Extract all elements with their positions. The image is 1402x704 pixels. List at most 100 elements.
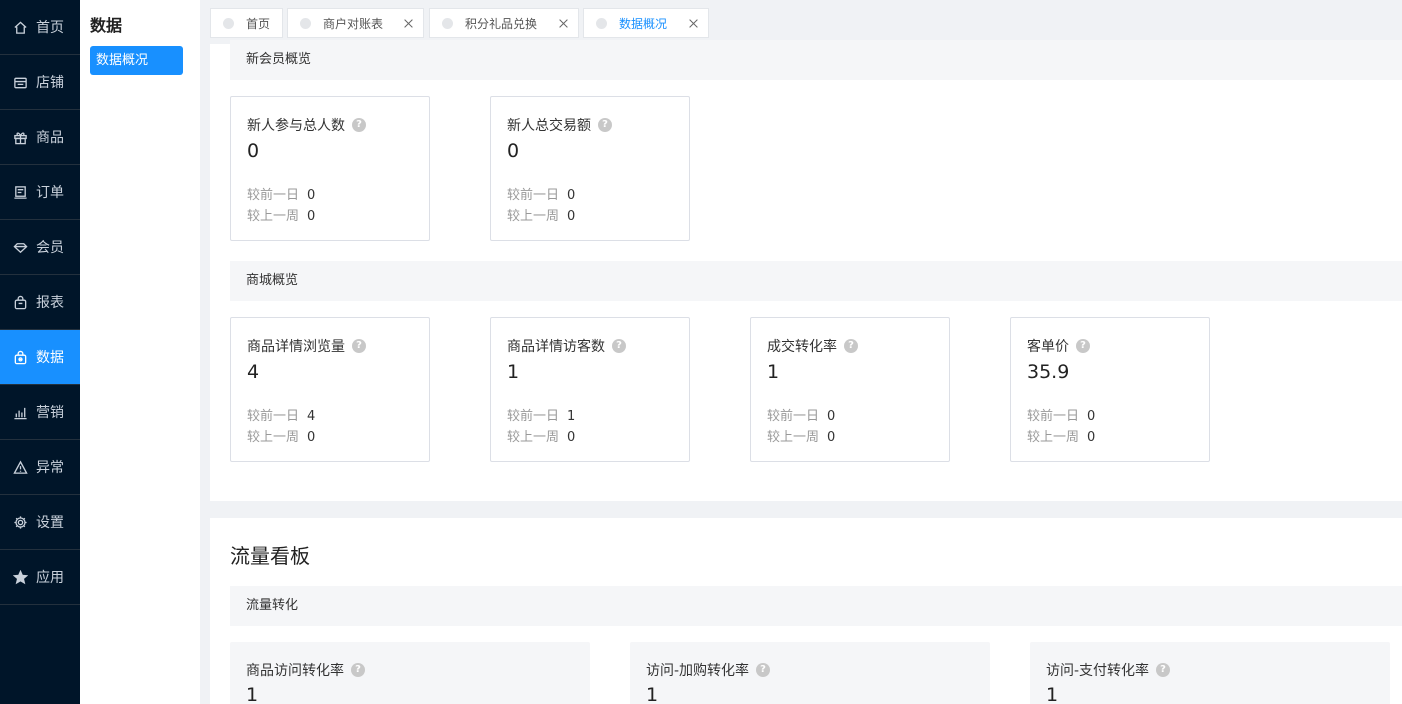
- nav-item-store[interactable]: 店铺: [0, 55, 80, 110]
- tab-merchant-statement[interactable]: 商户对账表: [287, 8, 424, 38]
- card-value: 4: [247, 361, 260, 383]
- overview-panel: 新会员概览 新人参与总人数? 0 较前一日 0 较上一周 0 新人总交易额? 0 较…: [210, 40, 1402, 501]
- subnav-title: 数据: [90, 16, 123, 35]
- nav-item-label: 数据: [36, 350, 64, 366]
- nav-item-home[interactable]: 首页: [0, 0, 80, 55]
- tab-dot-icon: [223, 17, 234, 29]
- compare-week-value: 0: [827, 430, 836, 445]
- help-icon[interactable]: ?: [352, 118, 366, 132]
- compare-day-row: 较前一日 0: [767, 405, 835, 424]
- traffic-panel: 流量看板 流量转化 商品访问转化率? 1 访问-加购转化率? 1 访问-支付转化…: [210, 518, 1402, 704]
- tab-points-gift-exchange[interactable]: 积分礼品兑换: [429, 8, 579, 38]
- compare-week-label: 较上一周: [1027, 430, 1080, 445]
- tab-dot-icon: [300, 17, 311, 29]
- tab-label: 积分礼品兑换: [465, 16, 538, 31]
- stat-card: 客单价? 35.9 较前一日 0 较上一周 0: [1010, 317, 1210, 462]
- nav-item-label: 订单: [36, 185, 64, 201]
- compare-week-row: 较上一周 0: [767, 426, 835, 445]
- nav-item-label: 首页: [36, 20, 64, 36]
- help-icon[interactable]: ?: [1156, 663, 1171, 677]
- traffic-title: 流量看板: [230, 544, 310, 568]
- help-icon[interactable]: ?: [756, 663, 771, 677]
- stat-card: 成交转化率? 1 较前一日 0 较上一周 0: [750, 317, 950, 462]
- nav-item-exceptions[interactable]: 异常: [0, 440, 80, 495]
- stat-card: 新人总交易额? 0 较前一日 0 较上一周 0: [490, 96, 690, 241]
- card-label: 访问-加购转化率: [646, 663, 750, 679]
- tab-label: 首页: [246, 16, 271, 31]
- nav-item-label: 会员: [36, 240, 64, 256]
- stat-card: 商品详情访客数? 1 较前一日 1 较上一周 0: [490, 317, 690, 462]
- compare-week-label: 较上一周: [767, 430, 820, 445]
- nav-item-orders[interactable]: 订单: [0, 165, 80, 220]
- stat-card: 商品详情浏览量? 4 较前一日 4 较上一周 0: [230, 317, 430, 462]
- nav-item-marketing[interactable]: 营销: [0, 385, 80, 440]
- tab-label: 商户对账表: [323, 16, 384, 31]
- tab-dot-icon: [596, 17, 607, 29]
- compare-day-row: 较前一日 0: [1027, 405, 1095, 424]
- star-icon: [12, 569, 28, 585]
- subnav-item-data-overview[interactable]: 数据概况: [90, 46, 183, 75]
- help-icon[interactable]: ?: [598, 118, 612, 132]
- card-label: 商品访问转化率: [246, 663, 344, 679]
- section-mall: 商城概览: [230, 261, 1402, 301]
- diamond-icon: [12, 239, 28, 255]
- card-value: 1: [767, 361, 780, 383]
- nav-item-apps[interactable]: 应用: [0, 550, 80, 605]
- compare-week-label: 较上一周: [247, 209, 300, 224]
- close-icon[interactable]: [689, 19, 698, 28]
- tab-label: 数据概况: [619, 16, 668, 31]
- compare-day-row: 较前一日 0: [247, 184, 315, 203]
- data-icon: [12, 349, 28, 365]
- card-label: 访问-支付转化率: [1046, 663, 1150, 679]
- card-label: 商品详情浏览量: [247, 339, 345, 355]
- compare-week-value: 0: [567, 430, 576, 445]
- compare-week-row: 较上一周 0: [507, 205, 575, 224]
- nav-item-label: 应用: [36, 570, 64, 586]
- bag-icon: [12, 294, 28, 310]
- compare-week-value: 0: [307, 209, 316, 224]
- gear-icon: [12, 514, 28, 530]
- help-icon[interactable]: ?: [844, 339, 858, 353]
- tab-bar: 首页 商户对账表 积分礼品兑换 数据概况: [200, 0, 1402, 44]
- compare-week-label: 较上一周: [507, 209, 560, 224]
- card-label: 客单价: [1027, 339, 1069, 355]
- compare-day-value: 0: [827, 409, 836, 424]
- compare-day-value: 4: [307, 409, 316, 424]
- store-icon: [12, 74, 28, 90]
- tab-home[interactable]: 首页: [210, 8, 283, 38]
- section-traffic-conversion: 流量转化: [230, 586, 1402, 626]
- compare-day-label: 较前一日: [507, 409, 560, 424]
- card-value: 1: [246, 684, 259, 704]
- help-icon[interactable]: ?: [1076, 339, 1090, 353]
- compare-day-row: 较前一日 4: [247, 405, 315, 424]
- compare-day-label: 较前一日: [247, 188, 300, 203]
- nav-item-label: 营销: [36, 405, 64, 421]
- compare-day-label: 较前一日: [767, 409, 820, 424]
- help-icon[interactable]: ?: [351, 663, 365, 677]
- tab-dot-icon: [442, 17, 453, 29]
- compare-day-value: 1: [567, 409, 576, 424]
- card-label: 成交转化率: [767, 339, 837, 355]
- compare-day-label: 较前一日: [1027, 409, 1080, 424]
- nav-item-members[interactable]: 会员: [0, 220, 80, 275]
- close-icon[interactable]: [559, 19, 568, 28]
- card-value: 0: [507, 140, 520, 162]
- card-value: 1: [507, 361, 520, 383]
- tab-data-overview[interactable]: 数据概况: [583, 8, 709, 38]
- compare-day-value: 0: [1087, 409, 1096, 424]
- nav-item-settings[interactable]: 设置: [0, 495, 80, 550]
- help-icon[interactable]: ?: [612, 339, 626, 353]
- card-value: 0: [247, 140, 260, 162]
- nav-item-label: 异常: [36, 460, 64, 476]
- compare-week-row: 较上一周 0: [507, 426, 575, 445]
- card-value: 35.9: [1027, 361, 1070, 383]
- card-label: 商品详情访客数: [507, 339, 605, 355]
- nav-item-data[interactable]: 数据: [0, 330, 80, 385]
- help-icon[interactable]: ?: [352, 339, 366, 353]
- nav-item-reports[interactable]: 报表: [0, 275, 80, 330]
- close-icon[interactable]: [404, 19, 413, 28]
- compare-week-row: 较上一周 0: [247, 426, 315, 445]
- compare-week-label: 较上一周: [247, 430, 300, 445]
- nav-item-label: 商品: [36, 130, 64, 146]
- nav-item-goods[interactable]: 商品: [0, 110, 80, 165]
